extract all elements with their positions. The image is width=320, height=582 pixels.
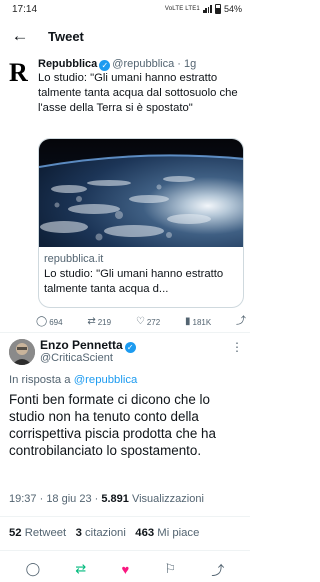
quoted-tweet-text: Lo studio: "Gli umani hanno estratto tal… — [38, 72, 238, 114]
tweet-date: 18 giu 23 — [46, 493, 92, 505]
like-button[interactable]: ♡ 272 — [136, 317, 160, 327]
retweet-icon[interactable]: ⇄ — [75, 561, 86, 577]
reply-count: 694 — [49, 317, 63, 327]
like-count: 272 — [146, 317, 161, 327]
reply-context: In risposta a @repubblica — [9, 374, 138, 386]
author-handle[interactable]: @CriticaScient — [40, 352, 113, 364]
signal-icon — [202, 5, 212, 13]
tweet-time: 19:37 — [9, 493, 37, 505]
network-label: VoLTE LTE1 — [164, 6, 200, 12]
reply-to-link[interactable]: @repubblica — [74, 374, 138, 386]
bookmark-icon[interactable]: ⚐ — [164, 561, 176, 577]
share-icon: ⤴ — [235, 316, 246, 327]
battery-level: 54% — [223, 4, 242, 14]
heart-icon[interactable]: ♥ — [122, 562, 130, 577]
retweets-stat[interactable]: 52 Retweet — [9, 527, 66, 539]
reply-button[interactable]: ◯ 694 — [36, 317, 63, 327]
verified-badge-icon: ✓ — [99, 60, 111, 71]
author-name[interactable]: Enzo Pennetta ✓ — [40, 338, 138, 353]
quoted-tweet-actions: ◯ 694 ⇄ 219 ♡ 272 ▮ 181K ⤴ — [36, 316, 246, 328]
status-bar: 17:14 VoLTE LTE1 54% — [0, 0, 250, 18]
share-button[interactable]: ⤴ — [236, 317, 246, 327]
user-photo-icon — [9, 339, 35, 365]
retweet-count: 219 — [97, 317, 112, 327]
card-domain: repubblica.it — [44, 253, 104, 265]
back-arrow-icon[interactable]: ← — [2, 18, 38, 54]
reply-icon[interactable]: ◯ — [26, 561, 41, 577]
views-icon: ▮ — [184, 316, 191, 327]
views-button[interactable]: ▮ 181K — [185, 317, 211, 327]
status-indicators: VoLTE LTE1 54% — [165, 4, 242, 14]
retweet-button[interactable]: ⇄ 219 — [87, 317, 111, 327]
verified-badge-icon: ✓ — [124, 342, 136, 353]
battery-icon — [214, 4, 221, 14]
divider — [0, 516, 250, 517]
divider — [0, 550, 250, 551]
quoted-tweet-header: Repubblica ✓ @repubblica · 1g — [38, 58, 197, 71]
quoted-author-name[interactable]: Repubblica — [38, 58, 97, 70]
tweet-text: Fonti ben formate ci dicono che lo studi… — [9, 392, 216, 458]
retweet-icon: ⇄ — [87, 316, 96, 327]
tweet-views-label: Visualizzazioni — [131, 493, 204, 505]
tweet-actions: ◯ ⇄ ♥ ⚐ ⤴ — [0, 560, 250, 578]
divider — [0, 332, 250, 333]
share-icon[interactable]: ⤴ — [211, 560, 224, 579]
engagement-stats: 52 Retweet 3 citazioni 463 Mi piace — [9, 527, 199, 539]
card-title: Lo studio: "Gli umani hanno estratto tal… — [44, 268, 224, 295]
app-header: ← Tweet — [0, 18, 250, 54]
link-card[interactable]: repubblica.it Lo studio: "Gli umani hann… — [38, 138, 244, 308]
repubblica-avatar[interactable]: R — [9, 60, 31, 86]
views-count: 181K — [192, 317, 212, 327]
avatar[interactable] — [9, 339, 35, 365]
reply-icon: ◯ — [36, 316, 48, 327]
more-options-icon[interactable]: ⋮ — [231, 340, 243, 354]
status-time: 17:14 — [12, 3, 38, 15]
likes-stat[interactable]: 463 Mi piace — [135, 527, 199, 539]
tweet-meta: 19:37 · 18 giu 23 · 5.891 Visualizzazion… — [9, 493, 204, 505]
page-title: Tweet — [48, 28, 84, 44]
tweet-views-count[interactable]: 5.891 — [101, 493, 129, 505]
quoted-tweet-age: 1g — [184, 58, 197, 70]
quotes-stat[interactable]: 3 citazioni — [76, 527, 126, 539]
earth-from-space-image — [39, 139, 243, 247]
quoted-author-handle[interactable]: @repubblica — [112, 58, 174, 70]
heart-icon: ♡ — [135, 316, 145, 327]
